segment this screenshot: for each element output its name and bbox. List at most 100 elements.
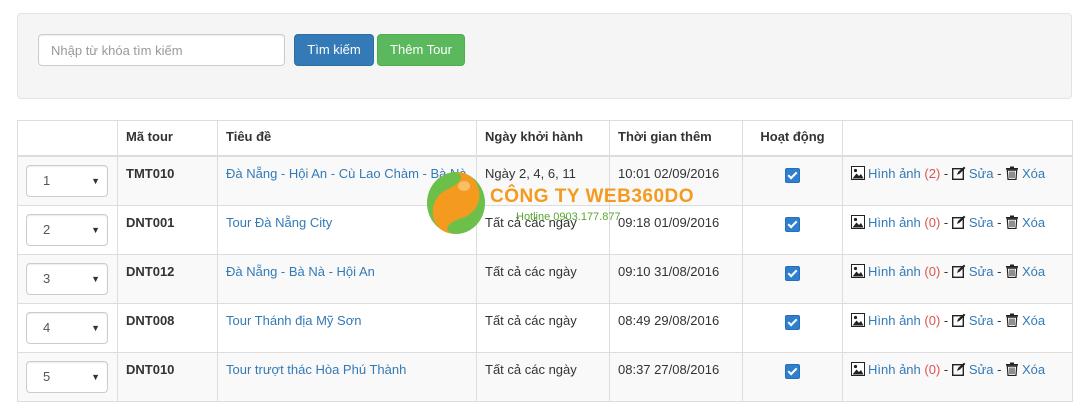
image-count: (0) xyxy=(924,215,941,230)
separator: - xyxy=(940,166,952,181)
table-row: 4 ▼ DNT008 Tour Thánh địa Mỹ Sơn Tất cả các … xyxy=(17,303,1073,353)
edit-link[interactable]: Sửa xyxy=(951,362,993,377)
added-time: 08:37 27/08/2016 xyxy=(609,352,743,402)
active-checkbox[interactable] xyxy=(785,364,800,379)
images-link[interactable]: Hình ảnh (0) xyxy=(851,362,940,377)
separator: - xyxy=(993,215,1006,230)
edit-icon xyxy=(951,215,966,229)
edit-link[interactable]: Sửa xyxy=(951,264,994,279)
edit-label: Sửa xyxy=(968,215,994,230)
edit-label: Sửa xyxy=(968,166,994,181)
images-label: Hình ảnh xyxy=(868,166,921,181)
active-checkbox[interactable] xyxy=(785,266,800,281)
active-checkbox[interactable] xyxy=(785,217,800,232)
actions-cell: Hình ảnh (0) - Sửa - Xóa xyxy=(842,254,1073,304)
order-select[interactable]: 3 ▼ xyxy=(26,263,108,295)
edit-icon xyxy=(951,166,966,180)
search-input[interactable] xyxy=(38,34,285,66)
column-header-actions xyxy=(842,120,1073,157)
caret-down-icon: ▼ xyxy=(91,323,100,333)
tour-table: Mã tour Tiêu đề Ngày khởi hành Thời gian… xyxy=(17,120,1073,402)
image-count: (2) xyxy=(924,166,941,181)
images-link[interactable]: Hình ảnh (2) xyxy=(851,166,940,181)
table-row: 2 ▼ DNT001 Tour Đà Nẵng City Tất cả các ngày… xyxy=(17,205,1073,255)
tour-title-link[interactable]: Đà Nẵng - Bà Nà - Hội An xyxy=(226,264,375,279)
delete-link[interactable]: Xóa xyxy=(1005,362,1045,377)
column-header-order xyxy=(17,120,118,157)
delete-label: Xóa xyxy=(1022,264,1046,279)
delete-link[interactable]: Xóa xyxy=(1005,313,1045,328)
actions-cell: Hình ảnh (0) - Sửa - Xóa xyxy=(842,303,1073,353)
actions-cell: Hình ảnh (0) - Sửa - Xóa xyxy=(842,352,1073,402)
active-cell xyxy=(742,303,843,353)
images-label: Hình ảnh xyxy=(868,215,921,230)
images-link[interactable]: Hình ảnh (0) xyxy=(851,215,940,230)
tour-title-link[interactable]: Đà Nẵng - Hội An - Cù Lao Chàm - Bà Nà xyxy=(226,166,467,181)
delete-label: Xóa xyxy=(1022,166,1046,181)
image-count: (0) xyxy=(924,264,941,279)
table-header-row: Mã tour Tiêu đề Ngày khởi hành Thời gian… xyxy=(17,120,1073,157)
active-cell xyxy=(742,205,843,255)
added-time: 09:18 01/09/2016 xyxy=(609,205,743,255)
order-value: 3 xyxy=(43,271,51,286)
search-button[interactable]: Tìm kiếm xyxy=(294,34,374,66)
edit-link[interactable]: Sửa xyxy=(951,313,994,328)
title-cell: Tour Đà Nẵng City xyxy=(217,205,477,255)
separator: - xyxy=(940,215,952,230)
tour-code: DNT008 xyxy=(117,303,218,353)
delete-link[interactable]: Xóa xyxy=(1005,166,1045,181)
departure-date: Tất cả các ngày xyxy=(476,352,610,402)
edit-link[interactable]: Sửa xyxy=(951,166,994,181)
delete-label: Xóa xyxy=(1022,362,1046,377)
edit-link[interactable]: Sửa xyxy=(951,215,994,230)
active-cell xyxy=(742,254,843,304)
delete-label: Xóa xyxy=(1022,215,1046,230)
image-icon xyxy=(851,313,865,327)
trash-icon xyxy=(1006,166,1019,180)
caret-down-icon: ▼ xyxy=(91,274,100,284)
order-value: 4 xyxy=(43,320,51,335)
search-panel: Tìm kiếm Thêm Tour xyxy=(17,13,1072,99)
images-link[interactable]: Hình ảnh (0) xyxy=(851,264,940,279)
order-cell: 2 ▼ xyxy=(17,205,118,255)
image-icon xyxy=(851,362,865,376)
order-select[interactable]: 4 ▼ xyxy=(26,312,108,344)
separator: - xyxy=(993,264,1006,279)
actions-cell: Hình ảnh (0) - Sửa - Xóa xyxy=(842,205,1073,255)
active-checkbox[interactable] xyxy=(785,168,800,183)
added-time: 08:49 29/08/2016 xyxy=(609,303,743,353)
added-time: 10:01 02/09/2016 xyxy=(609,155,743,206)
images-link[interactable]: Hình ảnh (0) xyxy=(851,313,940,328)
order-select[interactable]: 1 ▼ xyxy=(26,165,108,197)
edit-label: Sửa xyxy=(968,264,994,279)
delete-link[interactable]: Xóa xyxy=(1005,264,1045,279)
title-cell: Đà Nẵng - Bà Nà - Hội An xyxy=(217,254,477,304)
active-cell xyxy=(742,155,843,206)
order-value: 1 xyxy=(43,173,51,188)
active-checkbox[interactable] xyxy=(785,315,800,330)
tour-code: TMT010 xyxy=(117,155,218,206)
separator: - xyxy=(993,166,1006,181)
tour-title-link[interactable]: Tour Thánh địa Mỹ Sơn xyxy=(226,313,361,328)
image-icon xyxy=(851,215,865,229)
column-header-added: Thời gian thêm xyxy=(609,120,743,157)
order-value: 2 xyxy=(43,222,51,237)
departure-date: Tất cả các ngày xyxy=(476,303,610,353)
edit-icon xyxy=(951,313,966,327)
trash-icon xyxy=(1006,215,1019,229)
tour-code: DNT001 xyxy=(117,205,218,255)
tour-title-link[interactable]: Tour trượt thác Hòa Phú Thành xyxy=(226,362,406,377)
tour-title-link[interactable]: Tour Đà Nẵng City xyxy=(226,215,332,230)
departure-date: Tất cả các ngày xyxy=(476,205,610,255)
edit-label: Sửa xyxy=(968,313,994,328)
column-header-departure: Ngày khởi hành xyxy=(476,120,610,157)
add-tour-button[interactable]: Thêm Tour xyxy=(377,34,465,66)
image-count: (0) xyxy=(924,362,941,377)
delete-link[interactable]: Xóa xyxy=(1005,215,1045,230)
order-select[interactable]: 5 ▼ xyxy=(26,361,108,393)
caret-down-icon: ▼ xyxy=(91,176,100,186)
tour-code: DNT010 xyxy=(117,352,218,402)
table-row: 1 ▼ TMT010 Đà Nẵng - Hội An - Cù Lao Chàm -… xyxy=(17,155,1073,206)
order-select[interactable]: 2 ▼ xyxy=(26,214,108,246)
caret-down-icon: ▼ xyxy=(91,372,100,382)
